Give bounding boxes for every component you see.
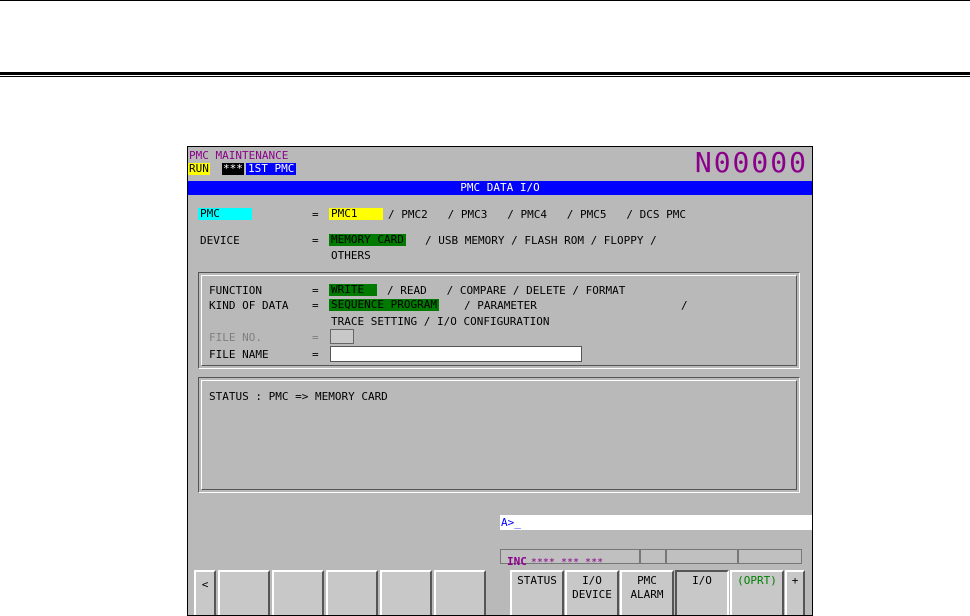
softkey-blank-2[interactable] xyxy=(272,570,324,615)
alarm-stars-badge: *** xyxy=(222,162,244,175)
device-options[interactable]: / USB MEMORY / FLASH ROM / FLOPPY / xyxy=(425,234,657,247)
kind-options-slash: / xyxy=(681,299,688,312)
header-rule xyxy=(0,72,970,75)
kind-option-sequence-program[interactable]: SEQUENCE PROGRAM xyxy=(329,299,439,311)
pmc-eq: = xyxy=(312,208,319,221)
status-cell-2 xyxy=(666,549,738,564)
function-eq: = xyxy=(312,284,319,297)
status-cell-3 xyxy=(738,549,802,564)
kind-options[interactable]: / PARAMETER xyxy=(464,299,537,312)
file-no-label: FILE NO. xyxy=(209,331,262,344)
file-name-field[interactable] xyxy=(330,346,582,362)
pmc-path-badge: 1ST PMC xyxy=(246,162,297,175)
header-rule-thin xyxy=(0,76,970,77)
softkey-left-arrow[interactable]: < xyxy=(194,570,216,615)
softkey-io-label: I/O xyxy=(692,574,712,587)
device-eq: = xyxy=(312,234,319,247)
softkey-pmc-alarm-line1: PMC xyxy=(637,574,657,587)
top-rule xyxy=(0,0,970,1)
status-stars: **** *** *** xyxy=(530,557,604,568)
function-option-write[interactable]: WRITE xyxy=(329,284,377,296)
function-options[interactable]: / READ / COMPARE / DELETE / FORMAT xyxy=(387,284,625,297)
device-option-others[interactable]: OTHERS xyxy=(331,249,371,262)
function-label: FUNCTION xyxy=(209,284,262,297)
kind-of-data-label: KIND OF DATA xyxy=(209,299,289,312)
softkey-pmc-alarm[interactable]: PMC ALARM xyxy=(620,570,674,615)
softkey-blank-3[interactable] xyxy=(326,570,378,615)
softkey-io-device-line1: I/O xyxy=(582,574,602,587)
softkey-right-arrow[interactable]: + xyxy=(785,570,805,615)
pmc-option-pmc1[interactable]: PMC1 xyxy=(329,208,383,220)
file-no-eq: = xyxy=(312,331,319,344)
screen-title: PMC MAINTENANCE xyxy=(189,149,289,162)
softkey-blank-4[interactable] xyxy=(380,570,432,615)
mode-indicator: INC xyxy=(507,555,527,568)
softkey-oprt-label: (OPRT) xyxy=(737,574,777,587)
file-name-label: FILE NAME xyxy=(209,348,269,361)
softkey-status[interactable]: STATUS xyxy=(510,570,564,615)
device-option-memory-card[interactable]: MEMORY CARD xyxy=(329,234,406,246)
softkey-blank-5[interactable] xyxy=(434,570,486,615)
softkey-pmc-alarm-line2: ALARM xyxy=(630,588,664,601)
key-input-buffer[interactable]: A>_ xyxy=(500,515,812,530)
softkey-oprt[interactable]: (OPRT) xyxy=(730,570,784,615)
softkey-io[interactable]: I/O xyxy=(675,570,729,615)
softkey-io-device-line2: DEVICE xyxy=(572,588,612,601)
pmc-label: PMC xyxy=(198,208,252,220)
o-number-display: N00000 xyxy=(694,146,808,179)
kind-options-line2[interactable]: TRACE SETTING / I/O CONFIGURATION xyxy=(331,315,550,328)
softkey-status-label: STATUS xyxy=(517,574,557,587)
pmc-options[interactable]: / PMC2 / PMC3 / PMC4 / PMC5 / DCS PMC xyxy=(388,208,686,221)
softkey-blank-1[interactable] xyxy=(218,570,270,615)
file-name-eq: = xyxy=(312,348,319,361)
run-status-badge: RUN xyxy=(188,162,210,175)
cnc-screen: PMC MAINTENANCE RUN *** 1ST PMC N00000 P… xyxy=(187,146,813,616)
mode-status-bar: INC **** *** *** xyxy=(500,549,640,568)
file-no-field[interactable] xyxy=(330,329,354,344)
kind-of-data-eq: = xyxy=(312,299,319,312)
softkey-io-device[interactable]: I/O DEVICE xyxy=(565,570,619,615)
device-label: DEVICE xyxy=(200,234,240,247)
status-message: STATUS : PMC => MEMORY CARD xyxy=(209,390,388,403)
status-cell-1 xyxy=(640,549,666,564)
page-title: PMC DATA I/O xyxy=(188,181,812,195)
